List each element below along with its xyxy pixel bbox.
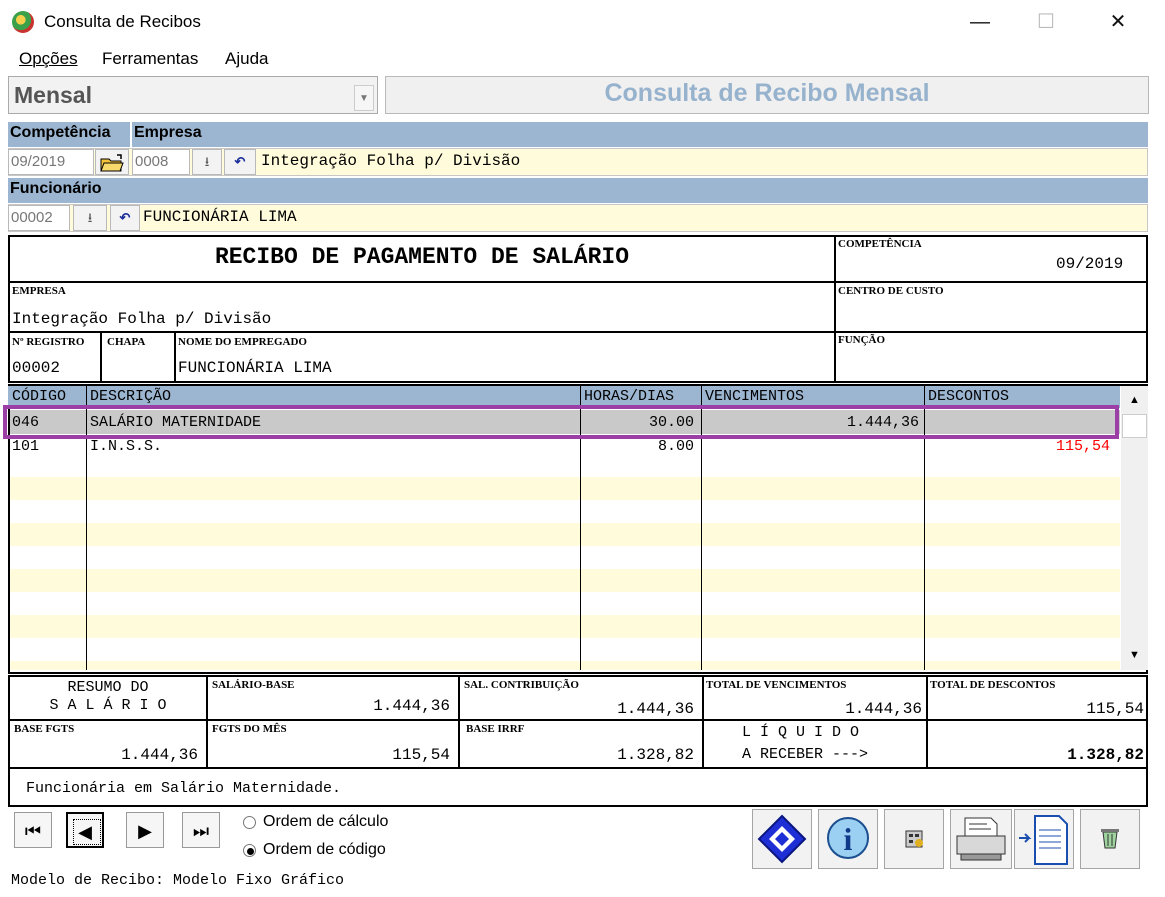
competencia-box-value: 09/2019: [1056, 255, 1124, 273]
salario-base-label: SALÁRIO-BASE: [212, 679, 295, 691]
close-button[interactable]: ✕: [1082, 0, 1154, 44]
radio-ordem-codigo[interactable]: [243, 844, 256, 857]
total-venc-label: TOTAL DE VENCIMENTOS: [706, 679, 847, 691]
calculator-icon[interactable]: [884, 809, 944, 869]
funcionario-code-input[interactable]: 00002: [8, 205, 70, 231]
maximize-button[interactable]: ☐: [1010, 0, 1082, 44]
header-divider: [130, 121, 132, 147]
empresa-box-label: EMPRESA: [12, 285, 66, 297]
radio-ordem-calculo-label[interactable]: Ordem de cálculo: [263, 813, 388, 831]
registro-label: Nº REGISTRO: [12, 336, 85, 348]
scroll-thumb[interactable]: [1122, 414, 1147, 438]
centro-custo-label: CENTRO DE CUSTO: [838, 285, 944, 297]
competencia-label: Competência: [10, 124, 111, 141]
nome-value: FUNCIONÁRIA LIMA: [178, 359, 332, 377]
menu-ferramentas[interactable]: Ferramentas: [102, 49, 198, 69]
last-record-icon[interactable]: ⏭: [182, 812, 220, 848]
undo-icon[interactable]: ↶: [110, 205, 140, 231]
window-title: Consulta de Recibos: [44, 12, 201, 31]
undo-icon[interactable]: ↶: [224, 149, 256, 175]
competencia-input[interactable]: 09/2019: [8, 149, 94, 175]
menu-ajuda[interactable]: Ajuda: [225, 49, 268, 69]
panel-title: Consulta de Recibo Mensal: [604, 79, 930, 107]
row2-codigo: 101: [12, 438, 40, 455]
fgts-mes-value: 115,54: [392, 746, 450, 764]
funcionario-header-bar: [8, 177, 1148, 203]
receipt-title: RECIBO DE PAGAMENTO DE SALÁRIO: [214, 244, 630, 270]
radio-ordem-codigo-label[interactable]: Ordem de código: [263, 841, 386, 859]
salario-base-value: 1.444,36: [373, 697, 450, 715]
app-icon: [12, 11, 34, 33]
next-record-icon[interactable]: ▶: [126, 812, 164, 848]
col-header-vencimentos[interactable]: VENCIMENTOS: [705, 388, 804, 405]
funcao-label: FUNÇÃO: [838, 334, 886, 346]
liquido-line1: L Í Q U I D O: [742, 724, 860, 741]
download-arrow-icon[interactable]: ⭳: [73, 205, 107, 231]
minimize-button[interactable]: —: [944, 0, 1016, 44]
row2-descricao: I.N.S.S.: [90, 438, 163, 455]
funcionario-label: Funcionário: [10, 180, 102, 197]
col-header-descricao[interactable]: DESCRIÇÃO: [90, 388, 171, 405]
row-highlight: [3, 405, 1119, 439]
trash-icon[interactable]: [1080, 809, 1140, 869]
base-fgts-value: 1.444,36: [121, 746, 198, 764]
empresa-box-value: Integração Folha p/ Divisão: [12, 310, 272, 328]
sal-contrib-label: SAL. CONTRIBUIÇÃO: [464, 679, 579, 691]
export-document-icon[interactable]: [1014, 809, 1074, 869]
row2-horas: 8.00: [657, 438, 694, 455]
first-record-icon[interactable]: ⏮: [14, 812, 52, 848]
info-icon[interactable]: i: [818, 809, 878, 869]
scroll-down-icon[interactable]: ▼: [1122, 644, 1147, 666]
nome-label: NOME DO EMPREGADO: [178, 336, 307, 348]
total-desc-label: TOTAL DE DESCONTOS: [930, 679, 1056, 691]
competencia-box-label: COMPETÊNCIA: [838, 238, 922, 250]
total-venc-value: 1.444,36: [845, 700, 922, 718]
fgts-mes-label: FGTS DO MÊS: [212, 723, 287, 735]
resumo-line2: S A L Á R I O: [49, 697, 167, 714]
registro-value: 00002: [12, 359, 61, 377]
scroll-up-icon[interactable]: ▲: [1122, 389, 1147, 411]
printer-icon[interactable]: [950, 809, 1012, 869]
col-header-descontos[interactable]: DESCONTOS: [928, 388, 1009, 405]
empresa-label: Empresa: [134, 124, 202, 141]
message-text: Funcionária em Salário Maternidade.: [26, 780, 342, 797]
base-irrf-label: BASE IRRF: [466, 723, 525, 735]
empresa-code-input[interactable]: 0008: [132, 149, 190, 175]
liquido-value: 1.328,82: [1067, 746, 1144, 764]
chapa-label: CHAPA: [107, 336, 146, 348]
base-irrf-value: 1.328,82: [617, 746, 694, 764]
liquido-line2: A RECEBER --->: [742, 746, 869, 763]
previous-record-icon[interactable]: ◀: [66, 812, 104, 848]
svg-text:i: i: [844, 821, 853, 857]
radio-ordem-calculo[interactable]: [243, 816, 256, 829]
base-fgts-label: BASE FGTS: [14, 723, 75, 735]
sal-contrib-value: 1.444,36: [617, 700, 694, 718]
mode-select-value: Mensal: [14, 82, 92, 108]
menu-opcoes[interactable]: Opções: [19, 49, 78, 69]
download-arrow-icon[interactable]: ⭳: [192, 149, 222, 175]
folder-open-icon[interactable]: [95, 149, 129, 175]
total-desc-value: 115,54: [1086, 700, 1144, 718]
col-header-horas[interactable]: HORAS/DIAS: [584, 388, 674, 405]
col-header-codigo[interactable]: CÓDIGO: [12, 388, 66, 405]
row2-descontos: 115,54: [1055, 438, 1110, 455]
modelo-recibo-label: Modelo de Recibo: Modelo Fixo Gráfico: [11, 872, 345, 889]
resumo-line1: RESUMO DO: [67, 679, 149, 696]
funcionario-name: FUNCIONÁRIA LIMA: [143, 208, 297, 226]
empresa-name: Integração Folha p/ Divisão: [261, 152, 521, 170]
chevron-down-icon[interactable]: ▼: [354, 85, 374, 111]
navigate-diamond-icon[interactable]: [752, 809, 812, 869]
